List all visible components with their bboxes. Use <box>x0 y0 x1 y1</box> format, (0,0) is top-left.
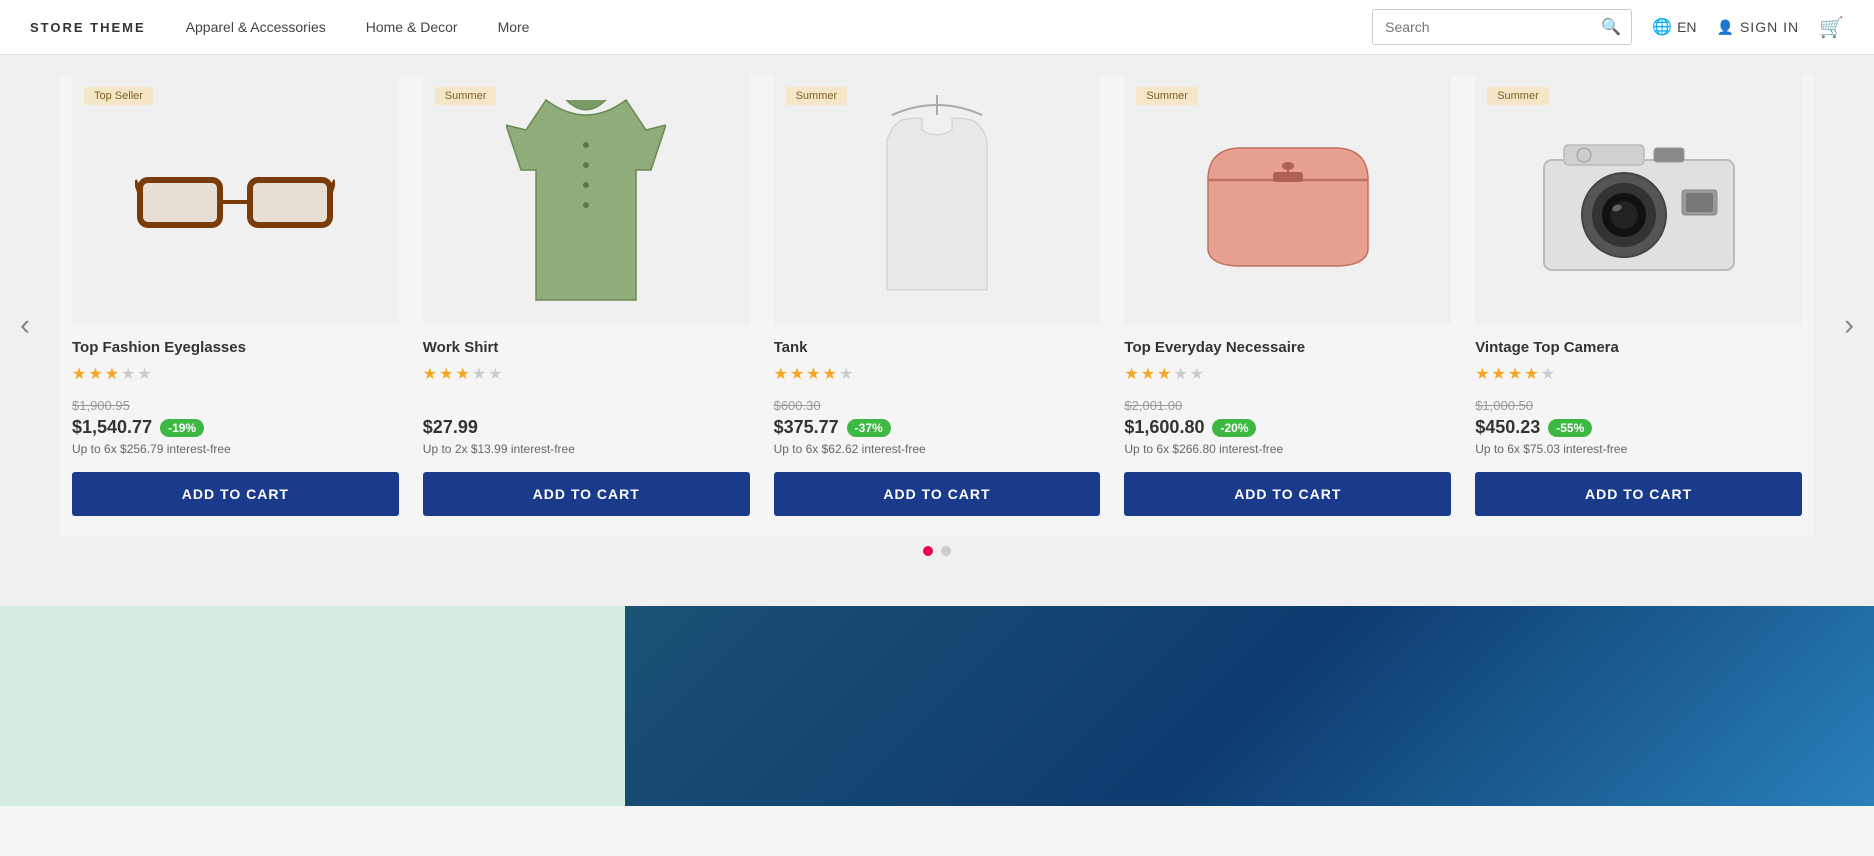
installment-2: Up to 6x $62.62 interest-free <box>774 442 1101 456</box>
nav-more[interactable]: More <box>498 19 530 35</box>
logo: STORE THEME <box>30 20 146 35</box>
product-name-0: Top Fashion Eyeglasses <box>72 339 399 356</box>
banner-left <box>0 606 625 806</box>
add-to-cart-4[interactable]: ADD TO CART <box>1475 472 1802 516</box>
price-row-1: - <box>423 398 750 413</box>
sign-in-button[interactable]: 👤 SIGN IN <box>1717 19 1800 36</box>
add-to-cart-3[interactable]: ADD TO CART <box>1124 472 1451 516</box>
product-badge-3: Summer <box>1136 87 1198 105</box>
current-price-row-1: $27.99 <box>423 417 750 438</box>
installment-4: Up to 6x $75.03 interest-free <box>1475 442 1802 456</box>
product-name-1: Work Shirt <box>423 339 750 356</box>
product-badge-0: Top Seller <box>84 87 153 105</box>
user-icon: 👤 <box>1717 19 1735 36</box>
installment-3: Up to 6x $266.80 interest-free <box>1124 442 1451 456</box>
banner-right <box>625 606 1874 806</box>
price-row-0: $1,900.95 <box>72 398 399 413</box>
price-row-3: $2,001.00 <box>1124 398 1451 413</box>
product-badge-2: Summer <box>786 87 848 105</box>
add-to-cart-2[interactable]: ADD TO CART <box>774 472 1101 516</box>
products-row: Top Seller Top Fashion Eyeglasses <box>0 75 1874 536</box>
header-right: 🔍 🌐 EN 👤 SIGN IN 🛒 <box>1372 9 1844 45</box>
original-price-4: $1,000.50 <box>1475 398 1533 413</box>
product-name-4: Vintage Top Camera <box>1475 339 1802 356</box>
necessaire-svg <box>1188 130 1388 270</box>
language-label: EN <box>1677 19 1696 35</box>
current-price-row-3: $1,600.80 -20% <box>1124 417 1451 438</box>
current-price-2: $375.77 <box>774 417 839 438</box>
product-card-necessaire: Summer Top Everyday Necessaire ★ <box>1112 75 1463 536</box>
carousel-prev-button[interactable]: ‹ <box>10 298 40 352</box>
carousel-dot-1[interactable] <box>941 546 951 556</box>
product-name-2: Tank <box>774 339 1101 356</box>
add-to-cart-1[interactable]: ADD TO CART <box>423 472 750 516</box>
camera-svg <box>1534 120 1744 280</box>
current-price-row-0: $1,540.77 -19% <box>72 417 399 438</box>
shirt-svg <box>506 90 666 310</box>
current-price-0: $1,540.77 <box>72 417 152 438</box>
product-image-shirt: Summer <box>423 75 750 325</box>
carousel-next-button[interactable]: › <box>1834 298 1864 352</box>
installment-0: Up to 6x $256.79 interest-free <box>72 442 399 456</box>
discount-badge-3: -20% <box>1212 419 1256 437</box>
search-input[interactable] <box>1373 10 1591 44</box>
product-card-camera: Summer <box>1463 75 1814 536</box>
product-name-3: Top Everyday Necessaire <box>1124 339 1451 356</box>
eyeglasses-svg <box>135 150 335 250</box>
original-price-2: $600.30 <box>774 398 821 413</box>
tank-svg <box>872 90 1002 310</box>
bottom-banner <box>0 606 1874 806</box>
main-content: ‹ Top Seller <box>0 55 1874 806</box>
sign-in-label: SIGN IN <box>1740 19 1799 35</box>
discount-badge-2: -37% <box>847 419 891 437</box>
cart-icon[interactable]: 🛒 <box>1819 15 1844 40</box>
current-price-1: $27.99 <box>423 417 478 438</box>
original-price-0: $1,900.95 <box>72 398 130 413</box>
nav-apparel[interactable]: Apparel & Accessories <box>186 19 326 35</box>
product-stars-0: ★ ★ ★ ★ ★ <box>72 364 399 384</box>
current-price-row-2: $375.77 -37% <box>774 417 1101 438</box>
product-image-eyeglasses: Top Seller <box>72 75 399 325</box>
price-row-2: $600.30 <box>774 398 1101 413</box>
product-image-camera: Summer <box>1475 75 1802 325</box>
header: STORE THEME Apparel & Accessories Home &… <box>0 0 1874 55</box>
main-nav: Apparel & Accessories Home & Decor More <box>186 19 1372 35</box>
globe-icon: 🌐 <box>1652 17 1672 37</box>
product-stars-1: ★ ★ ★ ★ ★ <box>423 364 750 384</box>
product-card-shirt: Summer Work Shirt ★ <box>411 75 762 536</box>
product-stars-3: ★ ★ ★ ★ ★ <box>1124 364 1451 384</box>
nav-home-decor[interactable]: Home & Decor <box>366 19 458 35</box>
product-image-tank: Summer <box>774 75 1101 325</box>
product-image-necessaire: Summer <box>1124 75 1451 325</box>
add-to-cart-0[interactable]: ADD TO CART <box>72 472 399 516</box>
product-carousel: ‹ Top Seller <box>0 55 1874 606</box>
product-badge-1: Summer <box>435 87 497 105</box>
installment-1: Up to 2x $13.99 interest-free <box>423 442 750 456</box>
current-price-3: $1,600.80 <box>1124 417 1204 438</box>
current-price-4: $450.23 <box>1475 417 1540 438</box>
carousel-dots <box>0 546 1874 566</box>
search-button[interactable]: 🔍 <box>1591 17 1631 37</box>
language-selector[interactable]: 🌐 EN <box>1652 17 1696 37</box>
discount-badge-0: -19% <box>160 419 204 437</box>
price-row-4: $1,000.50 <box>1475 398 1802 413</box>
product-stars-2: ★ ★ ★ ★ ★ <box>774 364 1101 384</box>
discount-badge-4: -55% <box>1548 419 1592 437</box>
product-stars-4: ★ ★ ★ ★ ★ <box>1475 364 1802 384</box>
search-box: 🔍 <box>1372 9 1632 45</box>
original-price-3: $2,001.00 <box>1124 398 1182 413</box>
product-card-eyeglasses: Top Seller Top Fashion Eyeglasses <box>60 75 411 536</box>
current-price-row-4: $450.23 -55% <box>1475 417 1802 438</box>
product-badge-4: Summer <box>1487 87 1549 105</box>
product-card-tank: Summer Tank ★ ★ ★ ★ ★ <box>762 75 1113 536</box>
carousel-dot-0[interactable] <box>923 546 933 556</box>
